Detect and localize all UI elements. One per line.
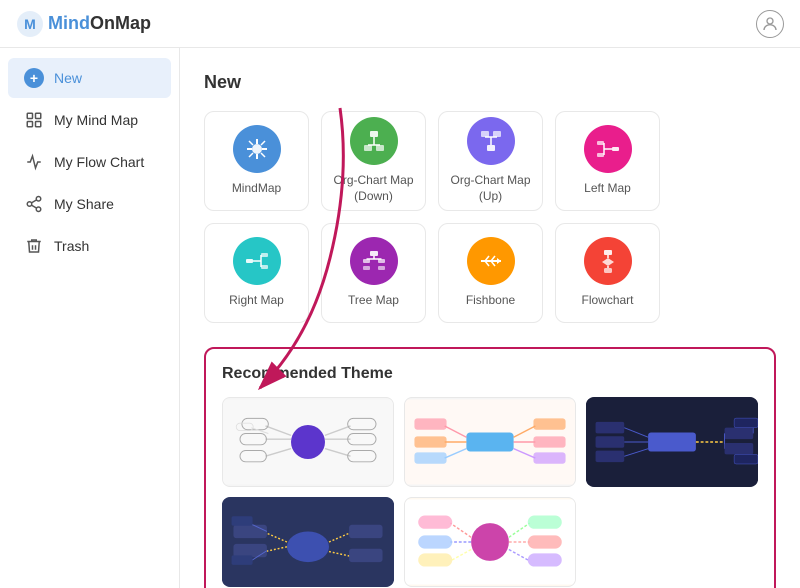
map-card-right-map[interactable]: Right Map bbox=[204, 223, 309, 323]
left-map-label: Left Map bbox=[584, 181, 631, 197]
sidebar-item-my-mind-map[interactable]: My Mind Map bbox=[8, 100, 171, 140]
flow-icon bbox=[24, 152, 44, 172]
app-header: M MindOnMap bbox=[0, 0, 800, 48]
sidebar-item-my-mind-map-label: My Mind Map bbox=[54, 112, 138, 128]
plus-circle-icon: + bbox=[24, 68, 44, 88]
sidebar-item-new[interactable]: + New bbox=[8, 58, 171, 98]
svg-text:M: M bbox=[24, 16, 36, 32]
flowchart-label: Flowchart bbox=[581, 293, 633, 309]
recommended-title: Recommended Theme bbox=[222, 365, 758, 383]
org-chart-down-label: Org-Chart Map(Down) bbox=[333, 173, 413, 204]
user-icon[interactable] bbox=[756, 10, 784, 38]
map-card-mindmap[interactable]: MindMap bbox=[204, 111, 309, 211]
sidebar-item-trash-label: Trash bbox=[54, 238, 89, 254]
fishbone-icon bbox=[467, 237, 515, 285]
org-chart-up-icon bbox=[467, 117, 515, 165]
map-card-org-chart-up[interactable]: Org-Chart Map (Up) bbox=[438, 111, 543, 211]
left-map-icon bbox=[584, 125, 632, 173]
right-map-icon bbox=[233, 237, 281, 285]
share-icon bbox=[24, 194, 44, 214]
sidebar-item-trash[interactable]: Trash bbox=[8, 226, 171, 266]
tree-map-icon bbox=[350, 237, 398, 285]
org-chart-down-icon bbox=[350, 117, 398, 165]
theme-card-4[interactable] bbox=[222, 497, 394, 587]
sidebar-item-my-flow-chart-label: My Flow Chart bbox=[54, 154, 144, 170]
logo-text: MindOnMap bbox=[48, 13, 151, 34]
tree-map-label: Tree Map bbox=[348, 293, 399, 309]
map-card-org-chart-down[interactable]: Org-Chart Map(Down) bbox=[321, 111, 426, 211]
theme-grid bbox=[222, 397, 758, 587]
org-chart-up-label: Org-Chart Map (Up) bbox=[439, 173, 542, 204]
theme-card-5[interactable] bbox=[404, 497, 576, 587]
recommended-section: Recommended Theme bbox=[204, 347, 776, 588]
main-layout: + New My Mind Map My Flow bbox=[0, 48, 800, 588]
map-type-grid: MindMap Org-Chart Map(Down) bbox=[204, 111, 776, 323]
theme-card-2[interactable] bbox=[404, 397, 576, 487]
mindmap-icon bbox=[233, 125, 281, 173]
sidebar-item-my-share[interactable]: My Share bbox=[8, 184, 171, 224]
sidebar: + New My Mind Map My Flow bbox=[0, 48, 180, 588]
sidebar-item-my-share-label: My Share bbox=[54, 196, 114, 212]
flowchart-icon bbox=[584, 237, 632, 285]
logo: M MindOnMap bbox=[16, 10, 151, 38]
trash-icon bbox=[24, 236, 44, 256]
logo-icon: M bbox=[16, 10, 44, 38]
sidebar-item-new-label: New bbox=[54, 70, 82, 86]
sidebar-item-my-flow-chart[interactable]: My Flow Chart bbox=[8, 142, 171, 182]
fishbone-label: Fishbone bbox=[466, 293, 515, 309]
map-card-fishbone[interactable]: Fishbone bbox=[438, 223, 543, 323]
map-card-flowchart[interactable]: Flowchart bbox=[555, 223, 660, 323]
theme-card-3[interactable] bbox=[586, 397, 758, 487]
new-section-title: New bbox=[204, 72, 776, 93]
map-card-left-map[interactable]: Left Map bbox=[555, 111, 660, 211]
right-map-label: Right Map bbox=[229, 293, 284, 309]
map-card-tree-map[interactable]: Tree Map bbox=[321, 223, 426, 323]
mindmap-label: MindMap bbox=[232, 181, 281, 197]
grid-icon bbox=[24, 110, 44, 130]
content-area: New MindMa bbox=[180, 48, 800, 588]
theme-card-1[interactable] bbox=[222, 397, 394, 487]
